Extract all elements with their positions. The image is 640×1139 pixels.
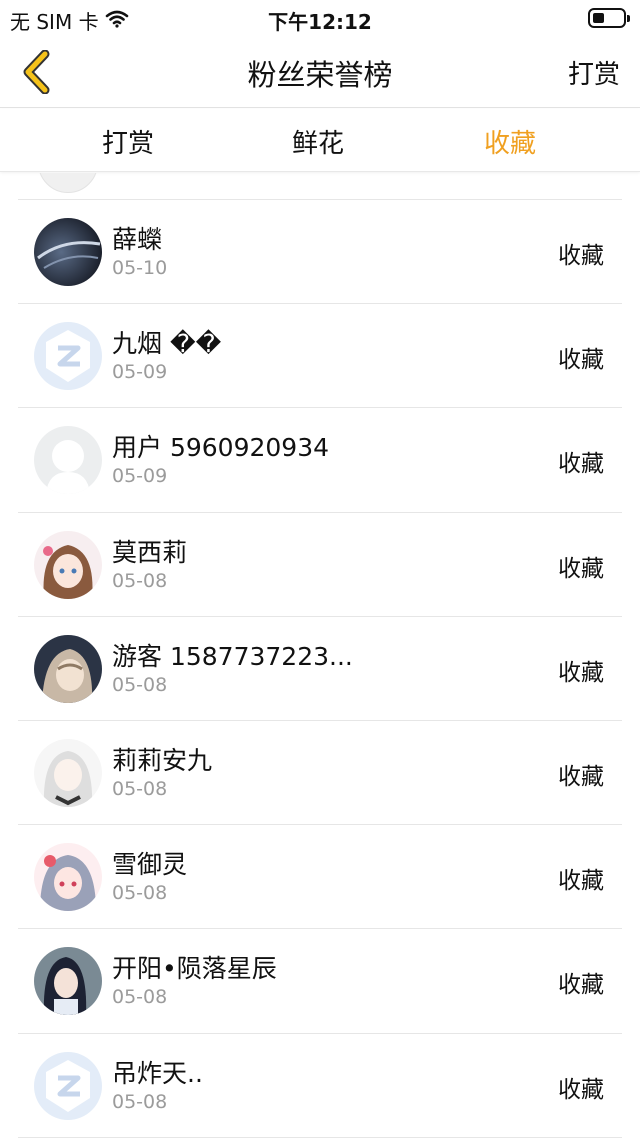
- list-item[interactable]: 莉莉安九 05-08 收藏: [18, 721, 622, 826]
- fan-name: 雪御灵: [112, 850, 188, 880]
- reward-button[interactable]: 打赏: [568, 54, 620, 91]
- fan-date: 05-08: [112, 986, 168, 1009]
- fan-name: 吊炸天..: [112, 1058, 203, 1088]
- avatar[interactable]: [34, 1051, 102, 1120]
- fan-name: 莫西莉: [112, 537, 188, 567]
- avatar[interactable]: [34, 947, 102, 1016]
- tab-reward[interactable]: 打赏: [58, 123, 198, 160]
- list-item[interactable]: 九烟 �� 05-09 收藏: [18, 304, 622, 409]
- nav-bar: 粉丝荣誉榜 打赏: [0, 36, 640, 108]
- fan-name: 开阳•陨落星辰: [112, 954, 277, 984]
- fan-date: 05-08: [112, 569, 168, 592]
- action-label: 收藏: [558, 659, 604, 686]
- avatar[interactable]: [34, 843, 102, 912]
- fan-name: 莉莉安九: [112, 745, 213, 775]
- tab-favorites[interactable]: 收藏: [440, 123, 580, 160]
- page-title: 粉丝荣誉榜: [247, 58, 393, 92]
- fan-name: 游客 1587737223...: [112, 641, 353, 671]
- fan-date: 05-08: [112, 1090, 168, 1113]
- battery-icon: [588, 8, 630, 28]
- battery-level: [593, 13, 604, 23]
- list-item[interactable]: 雪御灵 05-08 收藏: [18, 825, 622, 930]
- fan-date: 05-10: [112, 257, 168, 279]
- avatar[interactable]: [34, 218, 102, 286]
- avatar[interactable]: [34, 738, 102, 807]
- list-item[interactable]: 游客 1587737223... 05-08 收藏: [18, 617, 622, 721]
- avatar: [38, 173, 98, 193]
- avatar[interactable]: [34, 634, 102, 703]
- fan-date: 05-08: [112, 673, 168, 696]
- list-item[interactable]: 用户 5960920934 05-09 收藏: [18, 408, 622, 513]
- action-label: 收藏: [558, 868, 604, 895]
- action-label: 收藏: [558, 555, 604, 582]
- action-label: 收藏: [558, 972, 604, 999]
- fan-date: 05-09: [112, 465, 168, 488]
- fan-list[interactable]: 薛蠑 05-10 收藏 九烟 �� 05-09 收藏 用户 5960920934 05-09 收…: [18, 173, 622, 1139]
- tab-bar: 打赏 鲜花 收藏: [0, 109, 640, 172]
- fan-date: 05-08: [112, 777, 168, 800]
- action-label: 收藏: [558, 243, 604, 269]
- fan-date: 05-09: [112, 361, 168, 384]
- avatar[interactable]: [34, 426, 102, 495]
- action-label: 收藏: [558, 1076, 604, 1103]
- action-label: 收藏: [558, 451, 604, 478]
- fan-name: 薛蠑: [112, 225, 163, 254]
- list-item[interactable]: 莫西莉 05-08 收藏: [18, 513, 622, 617]
- fan-name: 用户 5960920934: [112, 433, 330, 463]
- list-item[interactable]: 薛蠑 05-10 收藏: [18, 200, 622, 305]
- avatar[interactable]: [34, 322, 102, 391]
- list-item-partial: [18, 173, 622, 200]
- list-item[interactable]: 吊炸天.. 05-08 收藏: [18, 1034, 622, 1138]
- action-label: 收藏: [558, 347, 604, 374]
- avatar[interactable]: [34, 530, 102, 599]
- fan-date: 05-08: [112, 882, 168, 905]
- fan-name: 九烟 ��: [112, 329, 222, 359]
- tab-flowers[interactable]: 鲜花: [248, 123, 388, 160]
- list-item[interactable]: 开阳•陨落星辰 05-08 收藏: [18, 929, 622, 1034]
- status-bar: 无 SIM 卡 下午12:12: [0, 0, 640, 36]
- action-label: 收藏: [558, 763, 604, 790]
- status-time: 下午12:12: [268, 10, 372, 34]
